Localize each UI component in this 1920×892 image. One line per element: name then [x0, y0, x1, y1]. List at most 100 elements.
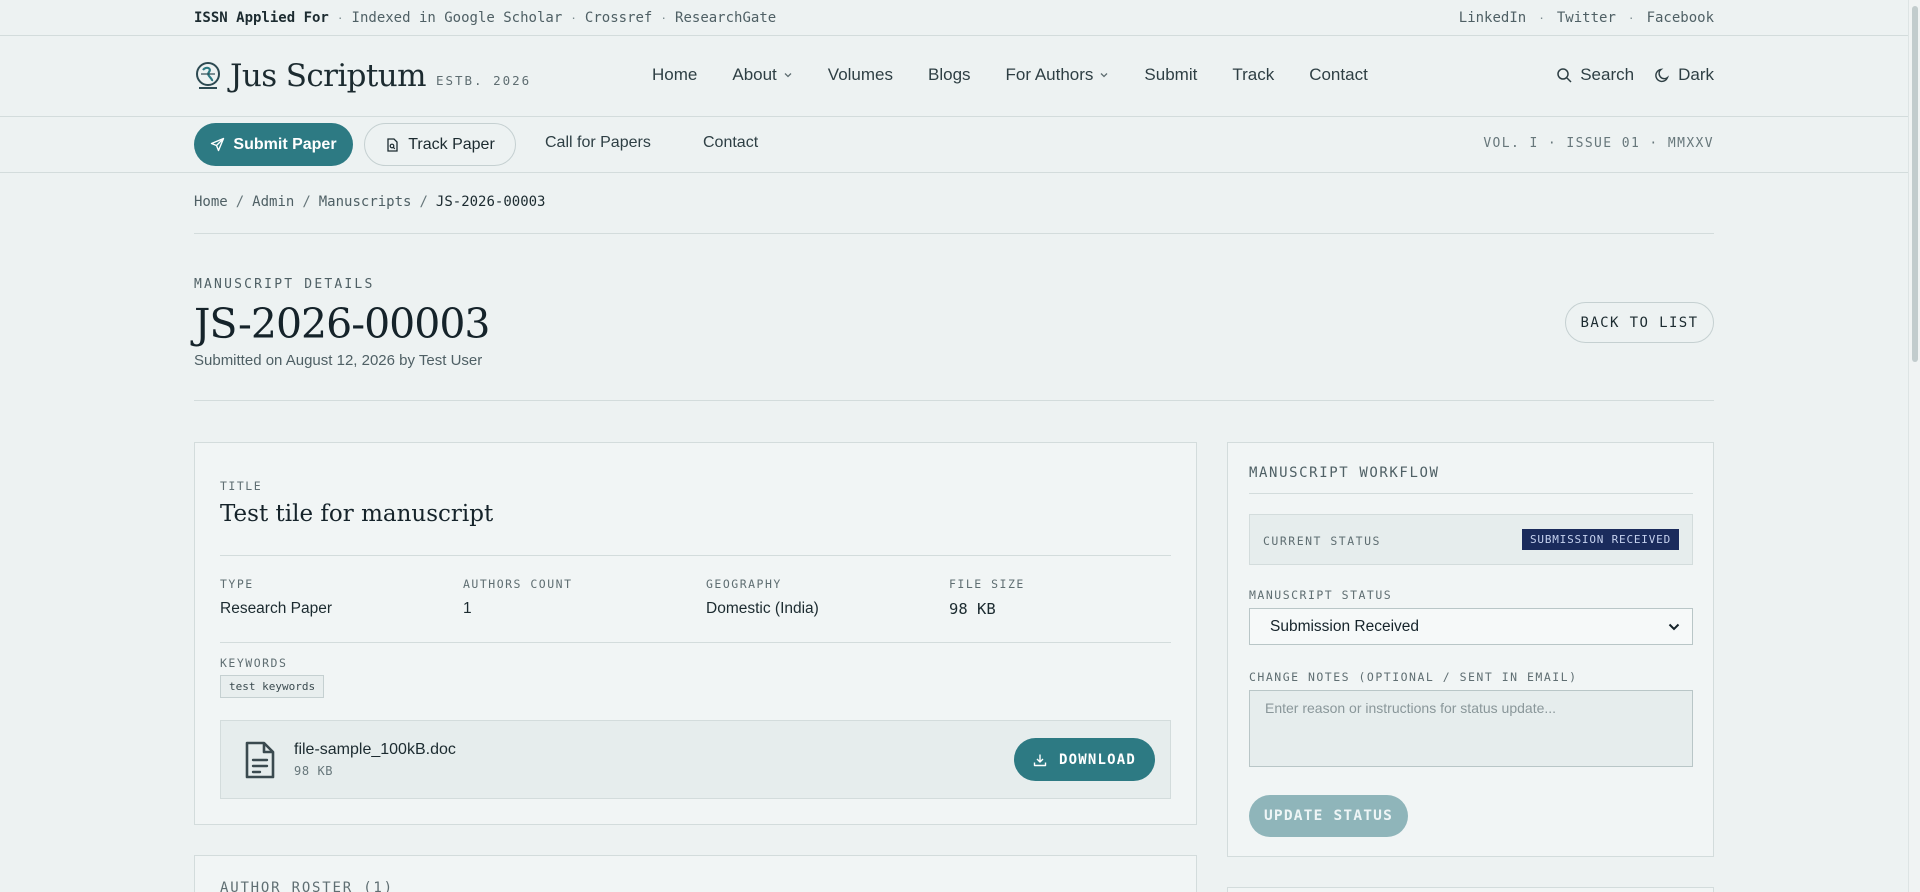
status-badge: SUBMISSION RECEIVED [1521, 529, 1679, 550]
back-to-list-button[interactable]: BACK TO LIST [1565, 302, 1714, 343]
manuscript-workflow-card: MANUSCRIPT WORKFLOW CURRENT STATUS SUBMI… [1227, 442, 1714, 857]
theme-toggle[interactable]: Dark [1654, 65, 1714, 85]
moon-icon [1655, 67, 1670, 82]
breadcrumb-home[interactable]: Home [194, 194, 228, 210]
linkedin-link[interactable]: LinkedIn [1459, 10, 1526, 26]
meta-label: TYPE [220, 577, 254, 591]
nav-volumes[interactable]: Volumes [828, 65, 893, 85]
breadcrumb: Home / Admin / Manuscripts / JS-2026-00003 [194, 194, 546, 210]
nav-volumes-label: Volumes [827, 65, 893, 84]
update-status-button[interactable]: UPDATE STATUS [1249, 795, 1408, 837]
breadcrumb-manuscripts[interactable]: Manuscripts [319, 194, 412, 210]
track-paper-label: Track Paper [408, 135, 495, 153]
crossref-label: Crossref [584, 10, 653, 26]
issn-label: ISSN Applied For [194, 10, 329, 26]
author-roster-card: AUTHOR ROSTER (1) [194, 855, 1197, 892]
divider [194, 400, 1714, 401]
twitter-link[interactable]: Twitter [1557, 10, 1616, 26]
meta-label: FILE SIZE [949, 577, 1025, 591]
chevron-down-icon [1100, 73, 1108, 78]
back-to-list-label: BACK TO LIST [1580, 314, 1699, 331]
contact-link[interactable]: Contact [703, 134, 758, 152]
keyword-tag: test keywords [220, 675, 325, 698]
nav-submit[interactable]: Submit [1144, 65, 1197, 85]
action-bar: Submit Paper Track Paper Call for Papers… [0, 117, 1908, 173]
site-header: Jus Scriptum ESTB. 2026 Home About Volum… [0, 36, 1908, 117]
nav-for-authors[interactable]: For Authors [1006, 65, 1110, 85]
nav-track[interactable]: Track [1232, 65, 1274, 85]
theme-label: Dark [1678, 65, 1714, 84]
meta-value: 98 KB [949, 600, 996, 618]
indexing-info: ISSN Applied For · Indexed in Google Schol… [194, 9, 777, 26]
header-tools: Search Dark [1536, 65, 1714, 85]
send-icon [211, 137, 225, 152]
submit-paper-button[interactable]: Submit Paper [194, 123, 353, 166]
nav-submit-label: Submit [1144, 65, 1198, 84]
attached-file: file-sample_100kB.doc 98 KB DOWNLOAD [220, 720, 1171, 799]
download-button[interactable]: DOWNLOAD [1014, 738, 1155, 781]
keywords-label: KEYWORDS [220, 656, 288, 670]
update-status-label: UPDATE STATUS [1263, 808, 1394, 824]
nav-contact-label: Contact [1309, 65, 1368, 84]
call-for-papers-link[interactable]: Call for Papers [545, 134, 651, 152]
volume-info: VOL. I · ISSUE 01 · MMXXV [1483, 136, 1714, 151]
document-search-icon [387, 137, 398, 152]
nav-home[interactable]: Home [652, 65, 697, 85]
author-roster-label: AUTHOR ROSTER (1) [220, 880, 394, 892]
change-notes-textarea[interactable]: Enter reason or instructions for status … [1249, 690, 1693, 767]
title-label: TITLE [220, 479, 263, 493]
file-size: 98 KB [294, 764, 334, 778]
workflow-title: MANUSCRIPT WORKFLOW [1249, 465, 1440, 481]
facebook-link[interactable]: Facebook [1647, 10, 1714, 26]
meta-label: GEOGRAPHY [706, 577, 782, 591]
scrollbar-thumb[interactable] [1912, 6, 1918, 362]
nav-for-authors-label: For Authors [1005, 65, 1094, 84]
indexed-label: Indexed in Google Scholar [351, 10, 563, 26]
chevron-down-icon [1668, 623, 1680, 631]
meta-value: Domestic (India) [706, 600, 819, 617]
breadcrumb-admin[interactable]: Admin [252, 194, 294, 210]
nav-about-label: About [732, 65, 777, 84]
manuscript-details-card: TITLE Test tile for manuscript TYPE Rese… [194, 442, 1197, 825]
page-eyebrow: MANUSCRIPT DETAILS [194, 277, 375, 292]
track-paper-button[interactable]: Track Paper [364, 123, 516, 166]
search-icon [1557, 67, 1572, 83]
chevron-down-icon [784, 73, 792, 78]
search-label: Search [1580, 65, 1635, 84]
page-scrollbar[interactable] [1908, 0, 1920, 892]
nav-blogs[interactable]: Blogs [928, 65, 971, 85]
meta-value: Research Paper [220, 600, 333, 617]
divider [194, 233, 1714, 234]
change-notes-placeholder: Enter reason or instructions for status … [1265, 700, 1557, 716]
download-icon [1033, 754, 1047, 766]
nav-about[interactable]: About [732, 65, 792, 85]
meta-file-size: FILE SIZE 98 KB [949, 577, 1025, 618]
document-icon [245, 741, 275, 779]
meta-type: TYPE Research Paper [220, 577, 332, 618]
download-label: DOWNLOAD [1058, 751, 1137, 768]
nav-blogs-label: Blogs [928, 65, 971, 84]
current-status-box: CURRENT STATUS SUBMISSION RECEIVED [1249, 514, 1693, 565]
change-notes-label: CHANGE NOTES (OPTIONAL / SENT IN EMAIL) [1249, 670, 1578, 684]
top-utility-bar: ISSN Applied For · Indexed in Google Schol… [0, 0, 1908, 36]
nav-contact[interactable]: Contact [1309, 65, 1368, 85]
logo-established: ESTB. 2026 [435, 73, 532, 88]
site-logo[interactable]: Jus Scriptum ESTB. 2026 [194, 58, 531, 94]
search-button[interactable]: Search [1556, 65, 1634, 85]
nav-track-label: Track [1232, 65, 1275, 84]
divider [220, 555, 1171, 556]
social-links: LinkedIn · Twitter · Facebook [1458, 9, 1714, 26]
logo-emblem-icon [196, 62, 220, 89]
current-status-label: CURRENT STATUS [1263, 534, 1381, 548]
divider [1249, 493, 1693, 494]
page-subtitle: Submitted on August 12, 2026 by Test Use… [194, 352, 483, 369]
logo-text: Jus Scriptum [230, 58, 427, 94]
meta-label: AUTHORS COUNT [463, 577, 573, 591]
file-name: file-sample_100kB.doc [294, 741, 456, 758]
manuscript-status-label: MANUSCRIPT STATUS [1249, 588, 1393, 602]
selected-status: Submission Received [1270, 617, 1420, 635]
nav-home-label: Home [652, 65, 698, 84]
manuscript-status-select[interactable]: Submission Received [1249, 608, 1693, 645]
meta-geography: GEOGRAPHY Domestic (India) [706, 577, 819, 618]
main-nav: Home About Volumes Blogs For Authors Sub… [652, 65, 1403, 85]
